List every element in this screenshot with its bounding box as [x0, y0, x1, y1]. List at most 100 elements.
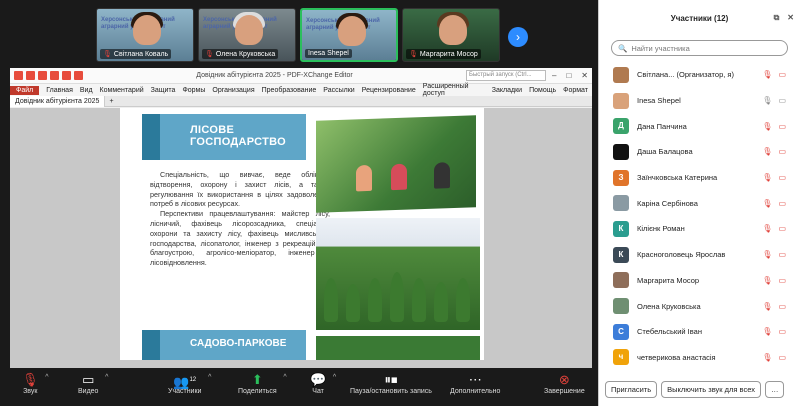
menu-review[interactable]: Рецензирование [362, 87, 416, 94]
section-heading-block: ЛІСОВЕ ГОСПОДАРСТВО [142, 114, 306, 160]
participant-name: Світлана... (Организатор, я) [637, 70, 734, 80]
menu-comment[interactable]: Комментарий [100, 87, 144, 94]
menu-bookmarks[interactable]: Закладки [492, 87, 522, 94]
participant-row[interactable]: Даша Балацова 🎙 ▭ [599, 139, 800, 165]
menu-convert[interactable]: Преобразование [262, 87, 317, 94]
menu-help[interactable]: Помощь [529, 87, 556, 94]
minimize-icon[interactable]: – [552, 71, 556, 80]
share-button[interactable]: ⬆ Поделиться ^ [238, 372, 287, 395]
participant-name: Кілієнк Роман [637, 224, 685, 234]
chevron-up-icon[interactable]: ^ [208, 374, 211, 381]
participant-row[interactable]: Д Дана Панчина 🎙 ▭ [599, 113, 800, 139]
camera-off-icon: ▭ [778, 173, 786, 183]
participants-panel: Участники (12) ⧉ ✕ 🔍 Найти участника Світ… [598, 0, 800, 406]
mic-off-icon: 🎙 [409, 51, 418, 58]
participant-name: Даша Балацова [637, 147, 693, 157]
chevron-up-icon[interactable]: ^ [333, 374, 336, 381]
record-button[interactable]: ⏸⏹ Пауза/остановить запись [350, 372, 432, 395]
participant-row[interactable]: Inesa Shepel 🎙 ▭ [599, 88, 800, 114]
mic-off-icon: 🎙 [762, 224, 773, 234]
section-heading-block-2: САДОВО-ПАРКОВЕ [142, 330, 306, 360]
document-viewport[interactable]: ЛІСОВЕ ГОСПОДАРСТВО Спеціальність, що ви… [10, 108, 592, 368]
more-icon: ⋯ [468, 372, 482, 387]
participant-row[interactable]: К Красноголовець Ярослав 🎙 ▭ [599, 242, 800, 268]
new-tab-icon[interactable]: + [105, 98, 117, 105]
panel-title: Участники (12) [670, 13, 729, 23]
camera-off-icon: ▭ [778, 327, 786, 337]
video-tile[interactable]: 🎙 Маргарита Мосор [402, 8, 500, 62]
close-icon[interactable]: ✕ [787, 13, 794, 23]
participant-row[interactable]: Маргарита Мосор 🎙 ▭ [599, 268, 800, 294]
video-tile-active-speaker[interactable]: Херсонський державний аграрний університ… [300, 8, 398, 62]
menu-share[interactable]: Расширенный доступ [423, 83, 485, 97]
participant-name: четверикова анастасія [637, 352, 716, 362]
mic-off-icon: 🎙 [762, 198, 773, 208]
avatar: К [613, 246, 629, 263]
avatar: З [613, 169, 629, 186]
search-icon: 🔍 [618, 43, 628, 53]
mute-all-button[interactable]: Выключить звук для всех [661, 381, 761, 398]
participants-button[interactable]: 👥12 Участники ^ [168, 372, 211, 395]
avatar [613, 195, 629, 212]
menu-format[interactable]: Формат [563, 87, 588, 94]
more-button[interactable]: ⋯ Дополнительно [450, 372, 500, 395]
participant-row[interactable]: ч четверикова анастасія 🎙 ▭ [599, 345, 800, 371]
participant-row[interactable]: С Стебельський Іван 🎙 ▭ [599, 319, 800, 345]
section-heading-2: САДОВО-ПАРКОВЕ [190, 338, 287, 349]
chevron-up-icon[interactable]: ^ [283, 374, 286, 381]
quick-access-toolbar[interactable] [14, 71, 83, 80]
editor-titlebar: Довідник абітурієнта 2025 - PDF-XChange … [10, 68, 592, 84]
menu-protect[interactable]: Защита [151, 87, 176, 94]
tile-name: Олена Круковська [215, 50, 276, 58]
menu-organize[interactable]: Организация [212, 87, 254, 94]
mic-icon: 🎙 [762, 96, 773, 106]
participant-row[interactable]: Каріна Сербінова 🎙 ▭ [599, 190, 800, 216]
participant-search-input[interactable]: 🔍 Найти участника [611, 40, 788, 56]
invite-button[interactable]: Пригласить [605, 381, 658, 398]
participant-name: Заїнчковська Катерина [637, 173, 718, 183]
menu-file[interactable]: Файл [10, 85, 40, 95]
editor-title: Довідник абітурієнта 2025 - PDF-XChange … [196, 72, 353, 79]
end-icon: ⊗ [558, 372, 570, 387]
menu-mailings[interactable]: Рассылки [323, 87, 354, 94]
mic-off-icon: 🎙 [103, 51, 112, 58]
menu-forms[interactable]: Формы [182, 87, 205, 94]
next-page-arrow-icon[interactable]: › [508, 27, 528, 47]
chevron-up-icon[interactable]: ^ [45, 374, 48, 381]
chat-button[interactable]: 💬 Чат ^ [310, 372, 336, 395]
mic-off-icon: 🎙 [762, 173, 773, 183]
mic-off-icon: 🎙 [762, 147, 773, 157]
camera-off-icon: ▭ [778, 121, 786, 131]
participant-row[interactable]: Світлана... (Организатор, я) 🎙 ▭ [599, 62, 800, 88]
mute-button[interactable]: 🎙 Звук ^ [22, 372, 49, 395]
document-tab[interactable]: Довідник абітурієнта 2025 [10, 95, 106, 107]
menu-home[interactable]: Главная [46, 87, 73, 94]
mic-off-icon: 🎙 [762, 250, 773, 260]
video-tile[interactable]: Херсонський державний аграрний університ… [198, 8, 296, 62]
tree-nursery-photo [316, 218, 480, 330]
video-tiles-strip: Херсонський державний аграрний університ… [96, 8, 500, 64]
video-button[interactable]: ▭ Видео ^ [78, 372, 108, 395]
popout-icon[interactable]: ⧉ [774, 13, 780, 23]
quick-launch-search[interactable]: Быстрый запуск (Ctrl... [466, 70, 546, 81]
end-meeting-button[interactable]: ⊗ Завершение [544, 372, 585, 395]
camera-icon: ▭ [82, 372, 95, 387]
maximize-icon[interactable]: □ [566, 71, 571, 80]
document-tabbar: Довідник абітурієнта 2025 + [10, 95, 592, 107]
tile-name: Маргарита Мосор [419, 50, 478, 58]
camera-off-icon: ▭ [778, 250, 786, 260]
chevron-up-icon[interactable]: ^ [105, 374, 108, 381]
participant-row[interactable]: Олена Круковська 🎙 ▭ [599, 293, 800, 319]
people-icon: 👥12 [173, 374, 197, 390]
mic-off-icon: 🎙 [762, 327, 773, 337]
close-icon[interactable]: ✕ [581, 71, 588, 80]
participant-row[interactable]: З Заїнчковська Катерина 🎙 ▭ [599, 165, 800, 191]
mic-off-icon: 🎙 [205, 51, 214, 58]
mic-off-icon: 🎙 [762, 70, 773, 80]
menu-view[interactable]: Вид [80, 87, 93, 94]
tile-name: Світлана Коваль [113, 50, 169, 58]
participant-row[interactable]: К Кілієнк Роман 🎙 ▭ [599, 216, 800, 242]
more-options-button[interactable]: … [764, 381, 785, 398]
video-tile[interactable]: Херсонський державний аграрний університ… [96, 8, 194, 62]
paragraph-careers: Перспективи працевлаштування: майстер лі… [150, 209, 330, 268]
